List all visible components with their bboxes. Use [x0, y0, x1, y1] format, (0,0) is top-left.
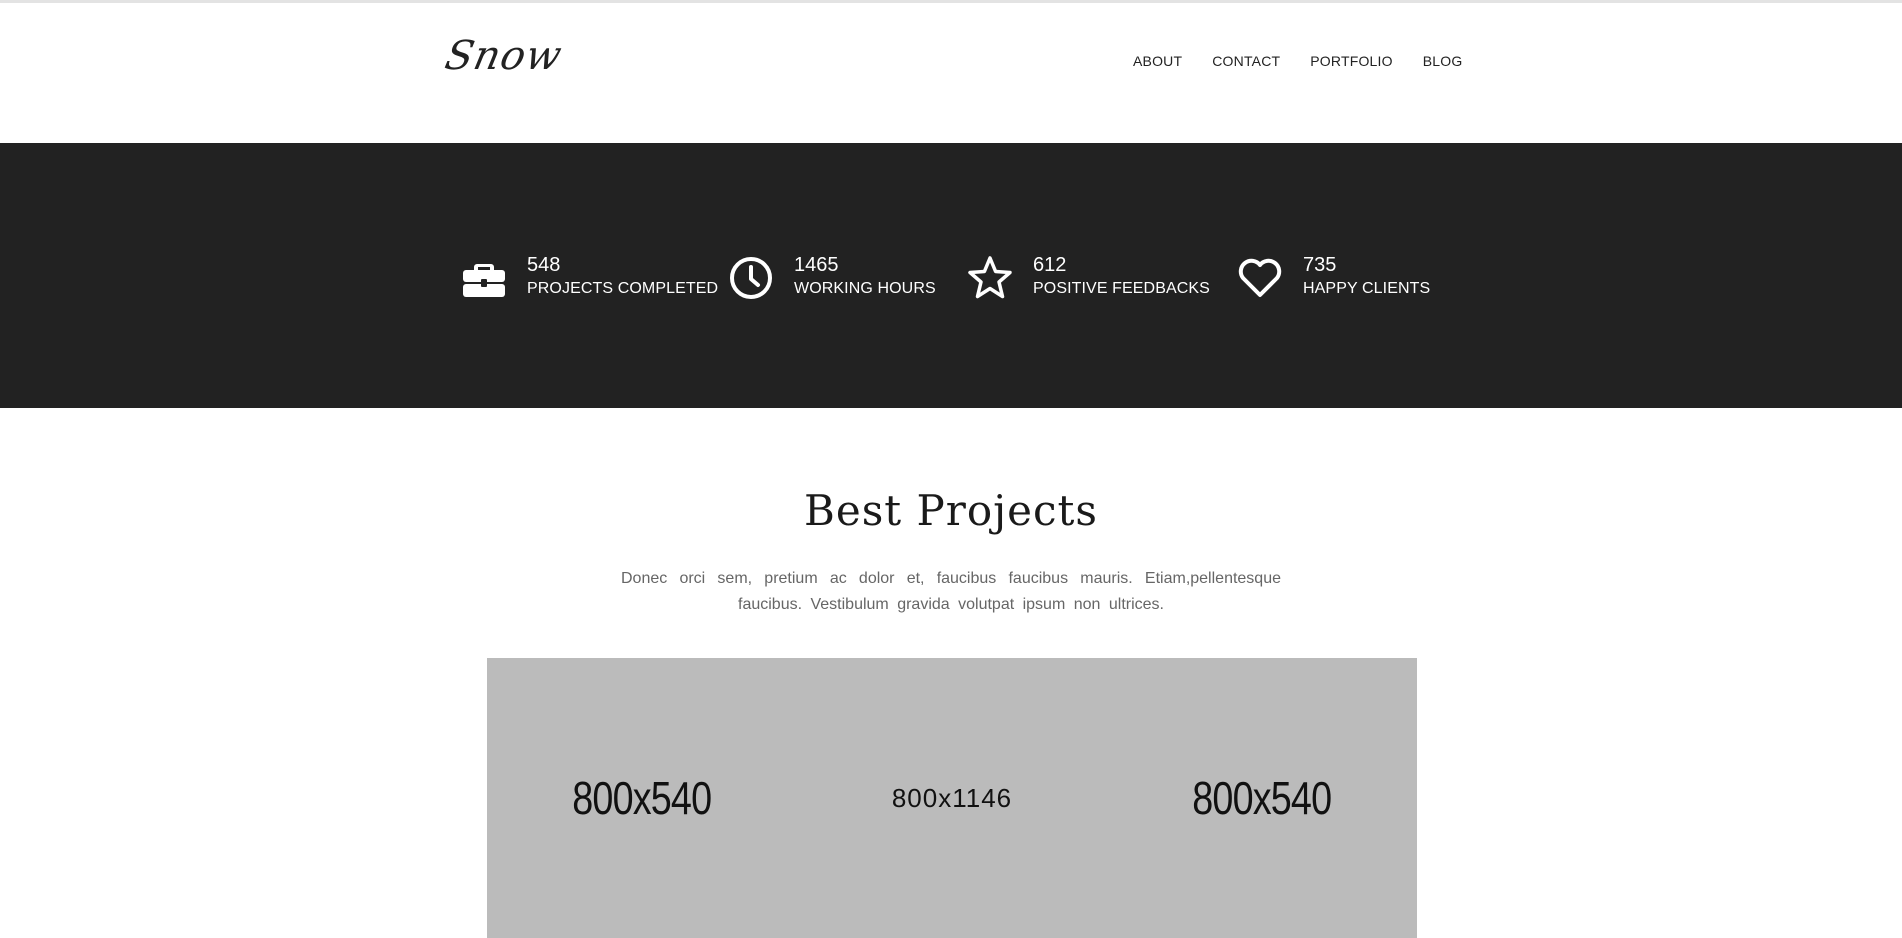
heart-icon	[1237, 255, 1283, 301]
briefcase-icon	[461, 255, 507, 301]
section-title: Best Projects	[804, 486, 1098, 535]
stat-value: 548	[527, 254, 561, 276]
main-nav: ABOUT CONTACT PORTFOLIO BLOG	[1133, 53, 1462, 69]
project-thumbnail[interactable]: 800x1146	[797, 658, 1107, 938]
nav-link-contact[interactable]: CONTACT	[1212, 53, 1280, 69]
project-gallery: 800x540 800x1146 800x540	[487, 658, 1417, 938]
stat-label: POSITIVE FEEDBACKS	[1033, 280, 1210, 297]
star-icon	[967, 255, 1013, 301]
project-thumbnail[interactable]: 800x540	[487, 658, 797, 938]
thumbnail-placeholder-label: 800x540	[1192, 772, 1333, 824]
stats-section: 548 PROJECTS COMPLETED 1465 WORKING HOUR…	[0, 143, 1902, 408]
stat-happy-clients: 735 HAPPY CLIENTS	[1237, 253, 1430, 301]
stat-value: 1465	[794, 254, 839, 276]
stat-positive-feedbacks: 612 POSITIVE FEEDBACKS	[967, 253, 1210, 301]
clock-icon	[728, 255, 774, 301]
project-thumbnail[interactable]: 800x540	[1107, 658, 1417, 938]
stat-value: 735	[1303, 254, 1337, 276]
stat-label: PROJECTS COMPLETED	[527, 280, 719, 297]
stat-value: 612	[1033, 254, 1067, 276]
logo[interactable]: Snow	[441, 33, 566, 79]
section-description: Donec orci sem, pretium ac dolor et, fau…	[621, 570, 1281, 613]
stat-label: WORKING HOURS	[794, 280, 936, 297]
stat-label: HAPPY CLIENTS	[1303, 280, 1431, 297]
nav-link-blog[interactable]: BLOG	[1423, 53, 1463, 69]
nav-link-about[interactable]: ABOUT	[1133, 53, 1182, 69]
site-header: Snow ABOUT CONTACT PORTFOLIO BLOG	[0, 3, 1902, 143]
stat-projects-completed: 548 PROJECTS COMPLETED	[461, 253, 718, 301]
nav-link-portfolio[interactable]: PORTFOLIO	[1310, 53, 1392, 69]
thumbnail-placeholder-label: 800x540	[572, 772, 713, 824]
stat-working-hours: 1465 WORKING HOURS	[728, 253, 936, 301]
thumbnail-placeholder-label: 800x1146	[891, 782, 1013, 813]
